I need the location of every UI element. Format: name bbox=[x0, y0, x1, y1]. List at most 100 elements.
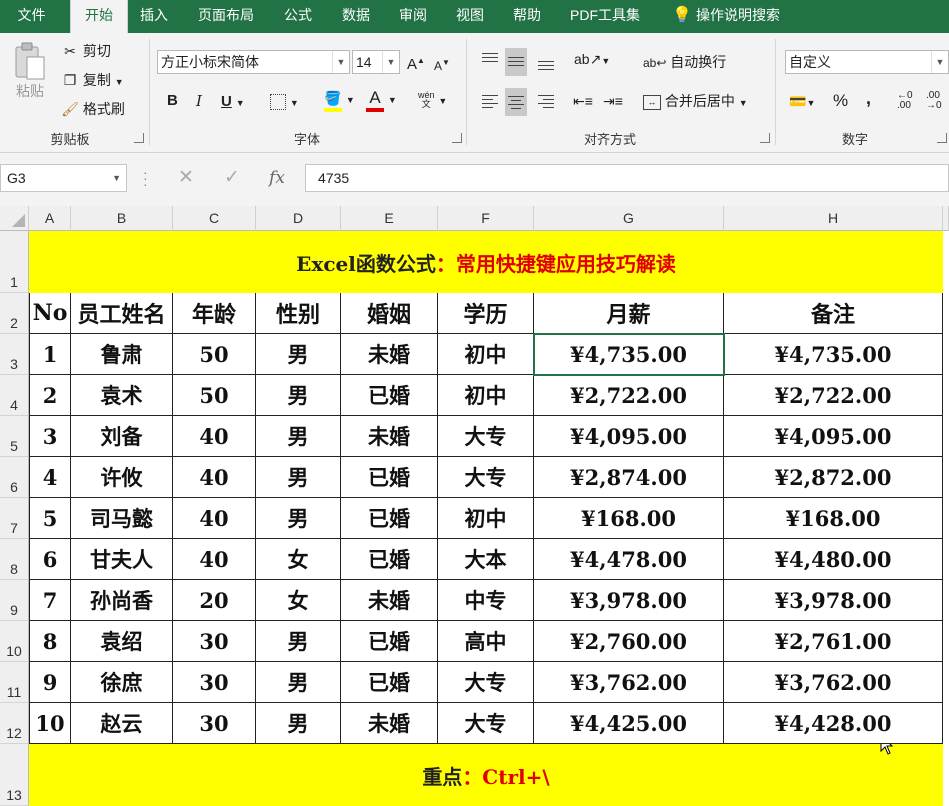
decrease-decimal-button[interactable]: .00 →0 bbox=[926, 91, 942, 111]
column-header-e[interactable]: E bbox=[341, 206, 438, 231]
table-cell-e7[interactable]: 已婚 bbox=[341, 498, 438, 539]
table-cell-c9[interactable]: 20 bbox=[173, 580, 256, 621]
table-cell-d10[interactable]: 男 bbox=[256, 621, 341, 662]
table-cell-c12[interactable]: 30 bbox=[173, 703, 256, 744]
table-cell-f4[interactable]: 初中 bbox=[438, 375, 534, 416]
table-cell-e9[interactable]: 未婚 bbox=[341, 580, 438, 621]
tab-file[interactable]: 文件 bbox=[0, 0, 63, 33]
header-cell-c[interactable]: 年龄 bbox=[173, 293, 256, 334]
chevron-down-icon[interactable]: ▼ bbox=[382, 51, 399, 73]
table-cell-e3[interactable]: 未婚 bbox=[341, 334, 438, 375]
tab-item-1[interactable]: 开始 bbox=[70, 0, 128, 33]
row-header-11[interactable]: 11 bbox=[0, 662, 29, 703]
table-cell-a6[interactable]: 4 bbox=[29, 457, 71, 498]
table-cell-g8[interactable]: ¥4,478.00 bbox=[534, 539, 724, 580]
font-name-select[interactable]: 方正小标宋简体 ▼ bbox=[157, 50, 350, 74]
orientation-button[interactable]: ab↗▼ bbox=[574, 49, 610, 71]
table-cell-f7[interactable]: 初中 bbox=[438, 498, 534, 539]
tab-item-2[interactable]: 插入 bbox=[128, 0, 180, 33]
insert-function-button[interactable]: fx bbox=[266, 168, 288, 192]
column-header-f[interactable]: F bbox=[438, 206, 534, 231]
table-cell-g10[interactable]: ¥2,760.00 bbox=[534, 621, 724, 662]
align-top-icon[interactable] bbox=[479, 48, 501, 70]
table-cell-g12[interactable]: ¥4,425.00 bbox=[534, 703, 724, 744]
column-header-i[interactable] bbox=[943, 206, 949, 231]
chevron-down-icon[interactable]: ▼ bbox=[332, 51, 349, 73]
table-cell-a12[interactable]: 10 bbox=[29, 703, 71, 744]
table-cell-c8[interactable]: 40 bbox=[173, 539, 256, 580]
table-cell-f12[interactable]: 大专 bbox=[438, 703, 534, 744]
wrap-text-button[interactable]: ab↩ 自动换行 bbox=[643, 52, 726, 73]
column-header-b[interactable]: B bbox=[71, 206, 173, 231]
column-header-h[interactable]: H bbox=[724, 206, 943, 231]
table-cell-c4[interactable]: 50 bbox=[173, 375, 256, 416]
table-cell-c3[interactable]: 50 bbox=[173, 334, 256, 375]
table-cell-e6[interactable]: 已婚 bbox=[341, 457, 438, 498]
table-cell-b6[interactable]: 许攸 bbox=[71, 457, 173, 498]
align-center-icon[interactable] bbox=[505, 88, 527, 116]
tab-item-4[interactable]: 公式 bbox=[273, 0, 323, 33]
row-header-12[interactable]: 12 bbox=[0, 703, 29, 744]
table-cell-e12[interactable]: 未婚 bbox=[341, 703, 438, 744]
enter-check-icon[interactable]: ✓ bbox=[222, 166, 242, 190]
footer-banner[interactable]: 重点 ：Ctrl+\ bbox=[29, 744, 943, 806]
title-banner[interactable]: Excel函数公式 ：常用快捷键应用技巧解读 bbox=[29, 231, 943, 294]
copy-button[interactable]: ❐ 复制 ▼ bbox=[61, 70, 124, 92]
row-header-5[interactable]: 5 bbox=[0, 416, 29, 457]
header-cell-a[interactable]: No bbox=[29, 293, 71, 334]
italic-button[interactable]: I bbox=[196, 91, 202, 111]
header-cell-h[interactable]: 备注 bbox=[724, 293, 943, 334]
format-painter-button[interactable]: 🖌 格式刷 bbox=[61, 99, 125, 119]
clipboard-launcher-icon[interactable] bbox=[134, 133, 144, 143]
font-launcher-icon[interactable] bbox=[452, 133, 462, 143]
chevron-down-icon[interactable]: ▼ bbox=[112, 165, 121, 191]
table-cell-a10[interactable]: 8 bbox=[29, 621, 71, 662]
column-header-a[interactable]: A bbox=[29, 206, 71, 231]
table-cell-g9[interactable]: ¥3,978.00 bbox=[534, 580, 724, 621]
tab-item-8[interactable]: 帮助 bbox=[502, 0, 552, 33]
align-left-icon[interactable] bbox=[479, 90, 501, 112]
table-cell-a5[interactable]: 3 bbox=[29, 416, 71, 457]
column-header-d[interactable]: D bbox=[256, 206, 341, 231]
row-header-1[interactable]: 1 bbox=[0, 231, 29, 293]
table-cell-a3[interactable]: 1 bbox=[29, 334, 71, 375]
table-cell-d5[interactable]: 男 bbox=[256, 416, 341, 457]
paste-button[interactable]: 粘贴 bbox=[10, 41, 50, 111]
table-cell-f11[interactable]: 大专 bbox=[438, 662, 534, 703]
header-cell-e[interactable]: 婚姻 bbox=[341, 293, 438, 334]
row-header-2[interactable]: 2 bbox=[0, 293, 29, 334]
formula-input[interactable]: 4735 bbox=[305, 164, 949, 192]
phonetic-button[interactable]: wén 文 ▼ bbox=[418, 89, 447, 111]
table-cell-e10[interactable]: 已婚 bbox=[341, 621, 438, 662]
row-header-10[interactable]: 10 bbox=[0, 621, 29, 662]
table-cell-h12[interactable]: ¥4,428.00 bbox=[724, 703, 943, 744]
table-cell-d12[interactable]: 男 bbox=[256, 703, 341, 744]
table-cell-g7[interactable]: ¥168.00 bbox=[534, 498, 724, 539]
table-cell-f3[interactable]: 初中 bbox=[438, 334, 534, 375]
table-cell-b9[interactable]: 孙尚香 bbox=[71, 580, 173, 621]
increase-indent-button[interactable]: ⇥≡ bbox=[603, 91, 623, 111]
align-right-icon[interactable] bbox=[535, 90, 557, 112]
table-cell-g5[interactable]: ¥4,095.00 bbox=[534, 416, 724, 457]
align-middle-icon[interactable] bbox=[505, 48, 527, 76]
table-cell-g4[interactable]: ¥2,722.00 bbox=[534, 375, 724, 416]
underline-button[interactable]: U ▼ bbox=[221, 91, 245, 113]
fill-color-button[interactable]: 🪣 ▼ bbox=[324, 88, 355, 112]
row-header-13[interactable]: 13 bbox=[0, 744, 29, 806]
tab-item-9[interactable]: PDF工具集 bbox=[558, 0, 652, 33]
table-cell-g11[interactable]: ¥3,762.00 bbox=[534, 662, 724, 703]
number-format-select[interactable]: 自定义 ▼ bbox=[785, 50, 949, 74]
column-header-c[interactable]: C bbox=[173, 206, 256, 231]
table-cell-d6[interactable]: 男 bbox=[256, 457, 341, 498]
bold-button[interactable]: B bbox=[167, 91, 178, 111]
table-cell-b10[interactable]: 袁绍 bbox=[71, 621, 173, 662]
table-cell-e11[interactable]: 已婚 bbox=[341, 662, 438, 703]
name-box[interactable]: G3 ▼ bbox=[0, 164, 127, 192]
table-cell-d4[interactable]: 男 bbox=[256, 375, 341, 416]
tab-item-5[interactable]: 数据 bbox=[330, 0, 382, 33]
increase-decimal-button[interactable]: ←0.00 bbox=[897, 91, 913, 111]
table-cell-c6[interactable]: 40 bbox=[173, 457, 256, 498]
decrease-font-size-button[interactable]: A▼ bbox=[434, 53, 450, 76]
row-header-8[interactable]: 8 bbox=[0, 539, 29, 580]
alignment-launcher-icon[interactable] bbox=[760, 133, 770, 143]
